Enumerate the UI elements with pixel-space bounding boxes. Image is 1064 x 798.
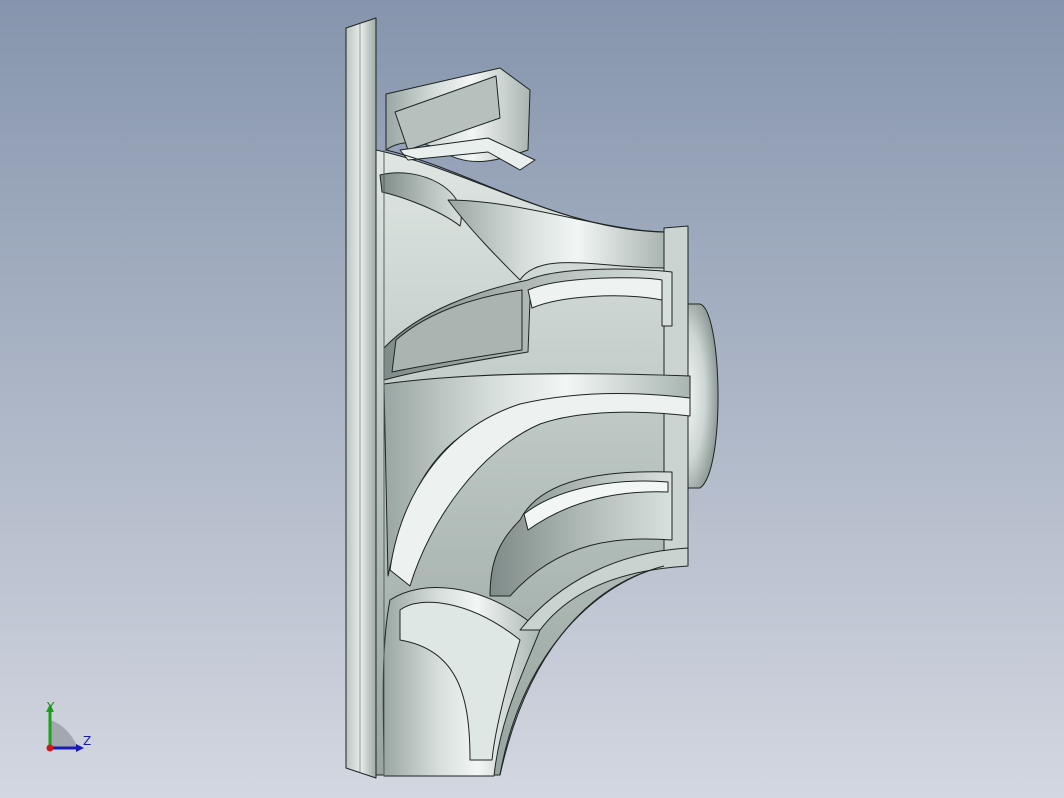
axis-z-label: Z (83, 734, 92, 748)
triad-plane (50, 720, 78, 748)
axis-y-label: Y (47, 700, 55, 714)
backplate (345, 17, 377, 779)
impeller-model-render[interactable] (0, 0, 1064, 798)
3d-graphics-viewport[interactable]: Y Z (0, 0, 1064, 798)
x-axis-point (46, 744, 54, 752)
